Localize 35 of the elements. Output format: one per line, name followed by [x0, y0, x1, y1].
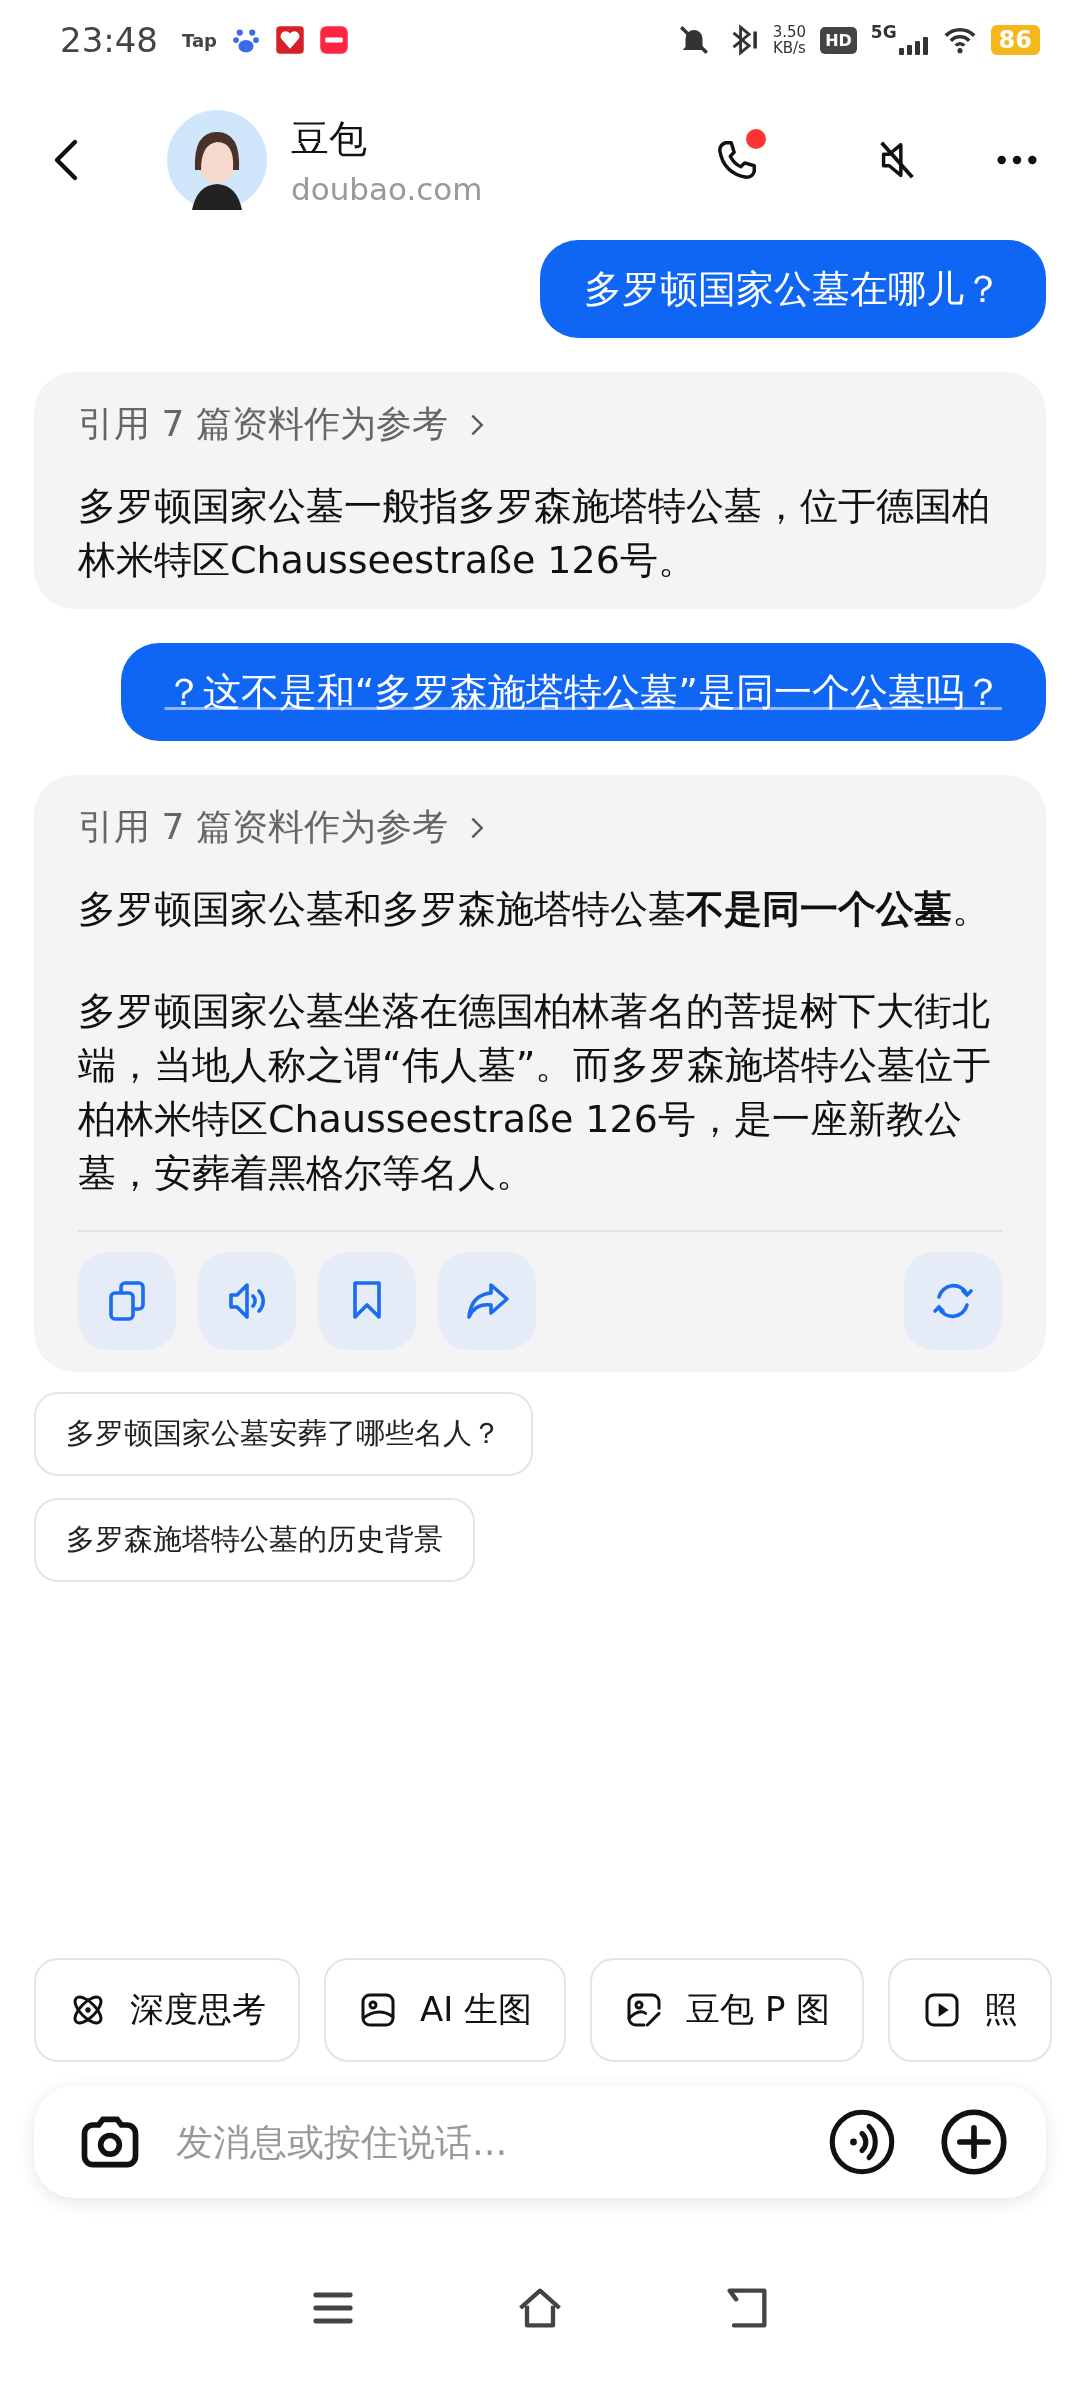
clock-time: 23:48	[60, 20, 158, 60]
chevron-icon	[469, 815, 484, 840]
citation-link[interactable]: 引用 7 篇资料作为参考	[78, 803, 484, 862]
hd-badge: HD	[820, 26, 857, 54]
copy-button[interactable]	[78, 1252, 176, 1350]
suggestion-chip[interactable]: 多罗顿国家公墓安葬了哪些名人？	[34, 1392, 533, 1476]
voice-icon[interactable]	[828, 2108, 896, 2176]
reply-text: 多罗顿国家公墓坐落在德国柏林著名的菩提树下大街北端，当地人称之谓“伟人墓”。而多罗森施塔特公墓位于柏林米特区Chausseestraße 126号，是一座新教公墓，安葬着黑格尔等名人。	[78, 988, 993, 1197]
tool-button[interactable]: AI 生图	[324, 1958, 567, 2062]
avatar[interactable]	[167, 110, 267, 210]
share-button[interactable]	[438, 1252, 536, 1350]
regenerate-button[interactable]	[904, 1252, 1002, 1350]
app-notification-label: Tap	[182, 29, 217, 51]
heart-app-icon	[275, 25, 305, 55]
network-speed: 3.50 KB/s	[772, 24, 807, 56]
tool-button[interactable]: 深度思考	[34, 1958, 300, 2062]
reply-text: 多罗顿国家公墓和多罗森施塔特公墓不是同一个公墓。	[78, 886, 991, 933]
bookmark-button[interactable]	[318, 1252, 416, 1350]
citation-link[interactable]: 引用 7 篇资料作为参考	[78, 400, 484, 459]
suggestion-chip[interactable]: 多罗森施塔特公墓的历史背景	[34, 1498, 475, 1582]
tool-button[interactable]: 豆包 P 图	[590, 1958, 865, 2062]
app-icon	[319, 25, 349, 55]
network-type: 5G	[870, 22, 897, 42]
message-input[interactable]: 发消息或按住说话...	[174, 2119, 798, 2165]
user-message: 多罗顿国家公墓在哪儿？	[540, 240, 1046, 338]
bot-domain: doubao.com	[291, 170, 483, 207]
chevron-icon	[469, 412, 484, 437]
reply-text: 多罗顿国家公墓一般指多罗森施塔特公墓，位于德国柏林米特区Chausseestraße 126号。	[78, 483, 991, 584]
add-icon[interactable]	[940, 2108, 1008, 2176]
user-message: ？这不是和“多罗森施塔特公墓”是同一个公墓吗？	[120, 643, 1046, 741]
signal-icon	[898, 34, 929, 56]
tool-button[interactable]: 照	[888, 1958, 1053, 2062]
battery-indicator: 86	[990, 25, 1040, 55]
read-aloud-button[interactable]	[198, 1252, 296, 1350]
bot-name: 豆包	[291, 115, 368, 163]
